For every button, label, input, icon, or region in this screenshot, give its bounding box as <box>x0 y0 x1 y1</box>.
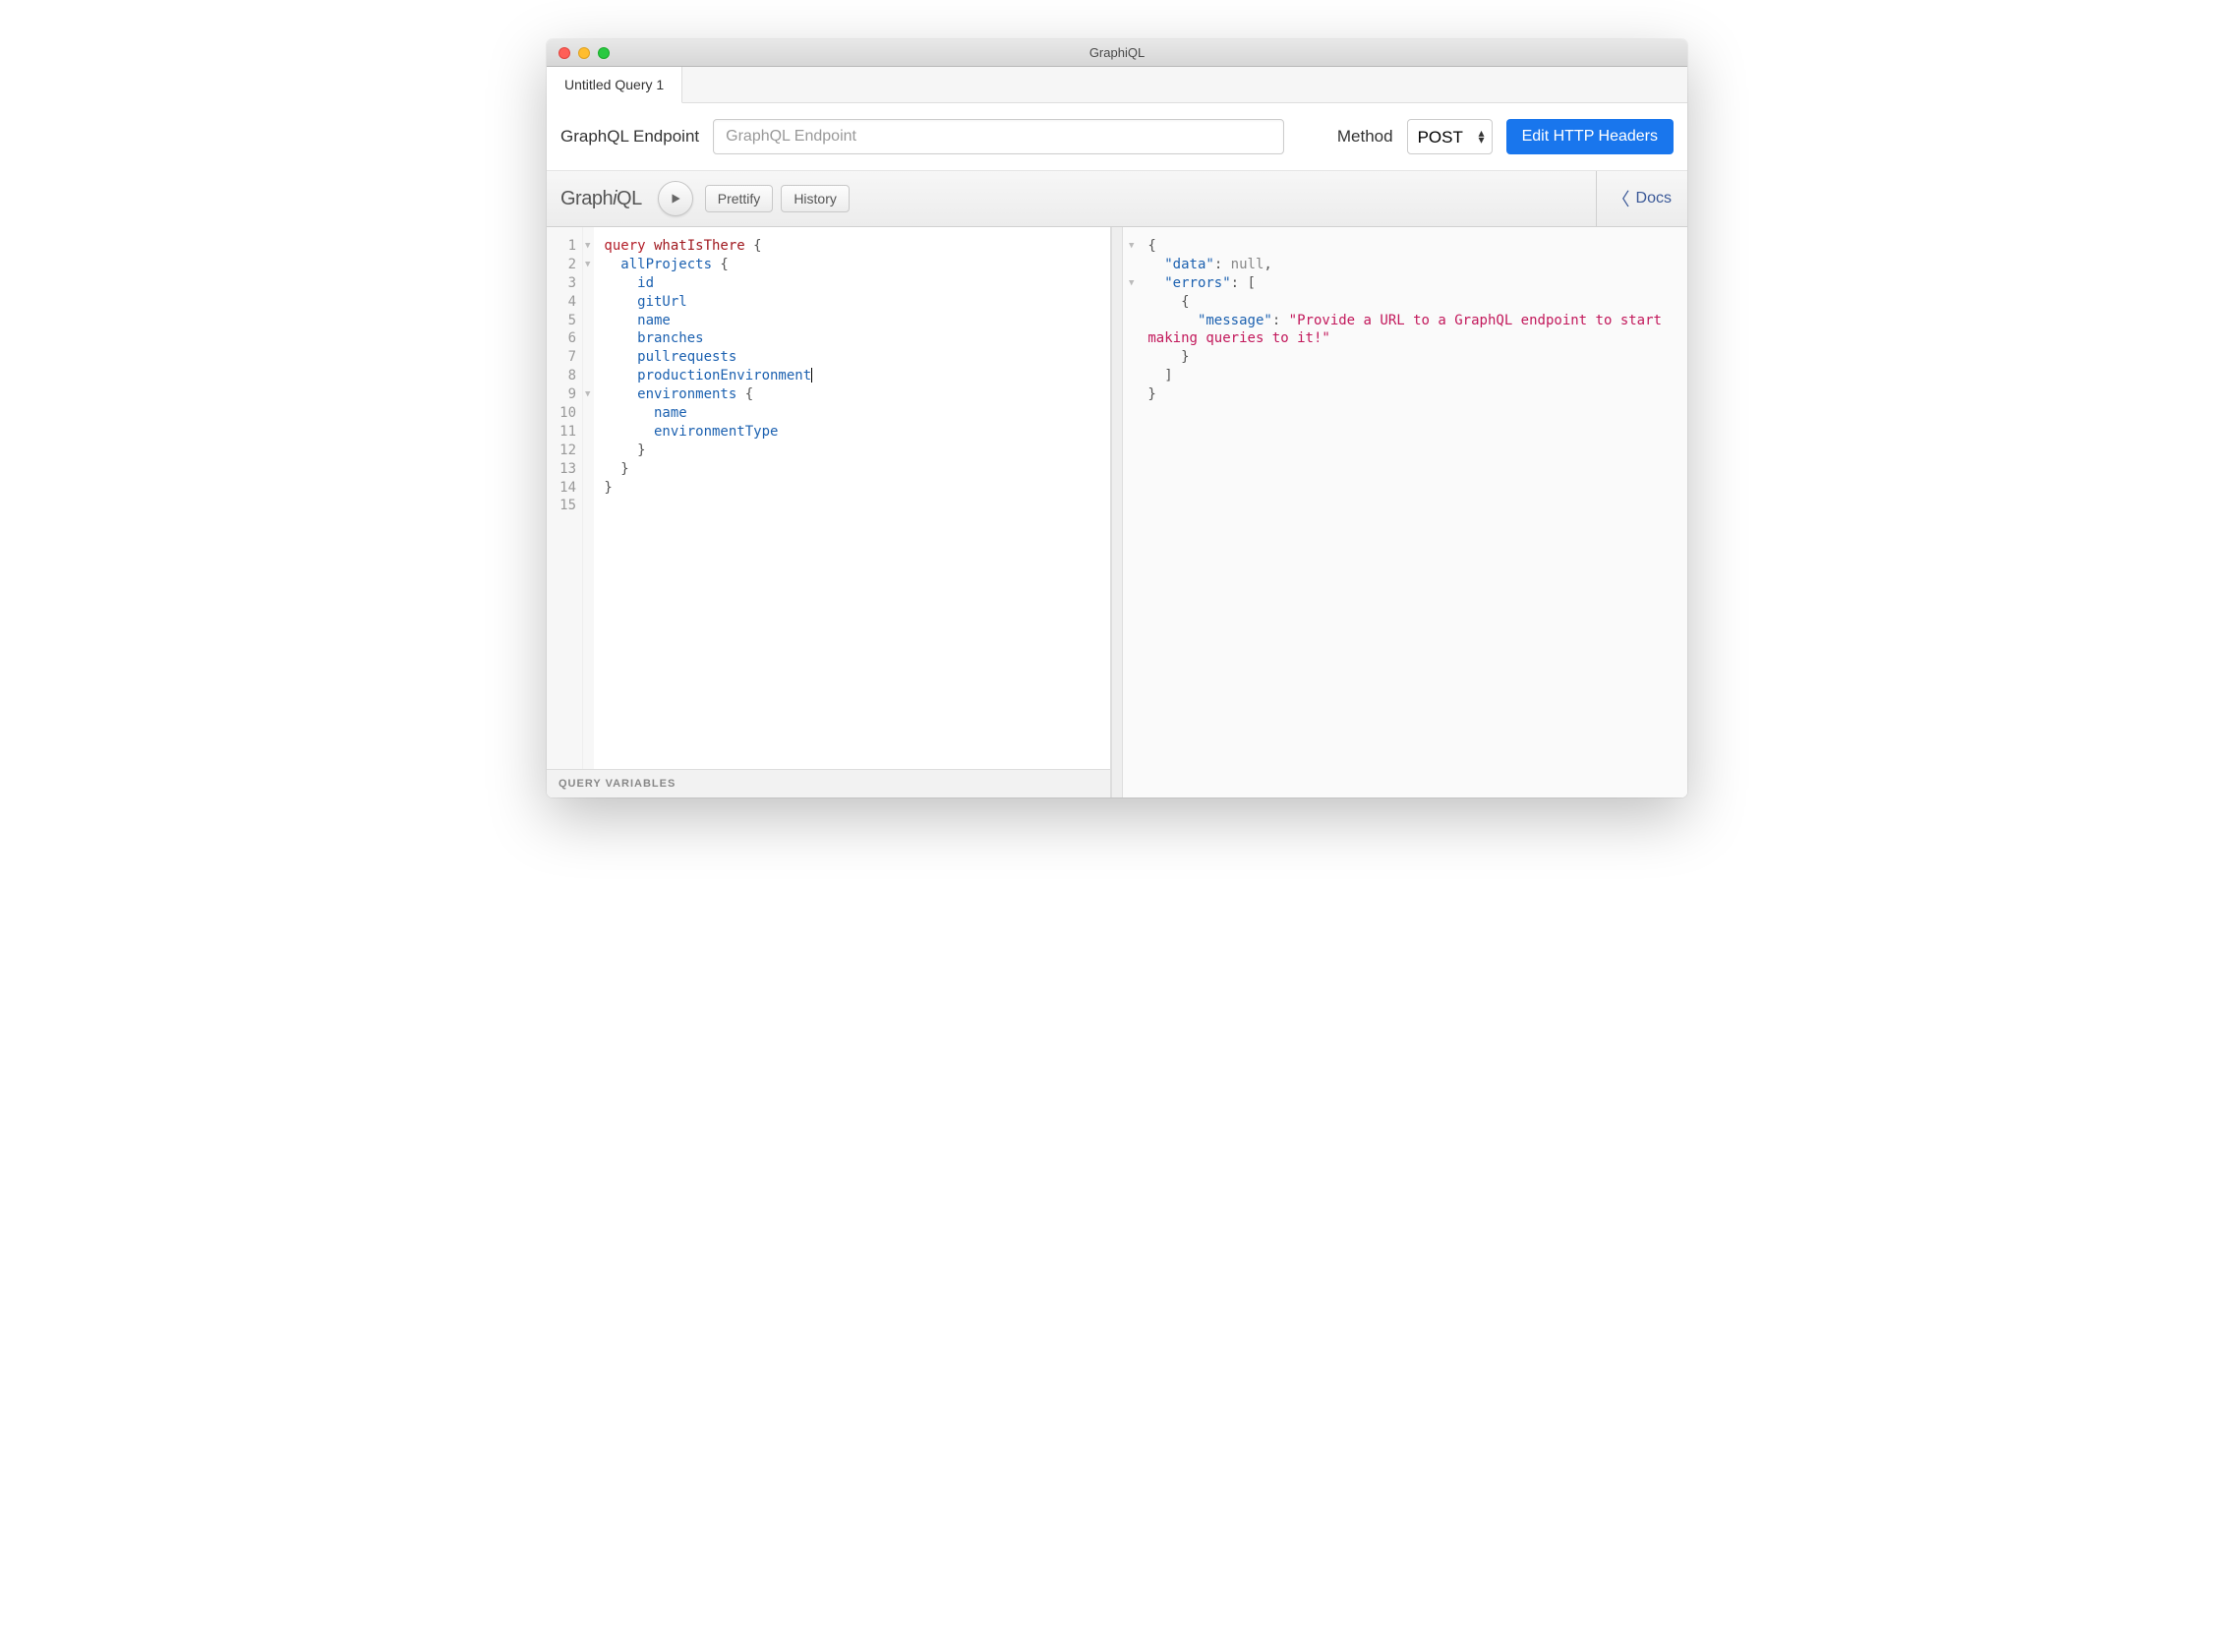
docs-button[interactable]: 〈 Docs <box>1596 171 1687 226</box>
line-gutter: 123456789101112131415 <box>547 227 583 769</box>
result-fold-gutter: ▼▼ <box>1123 227 1138 797</box>
method-label: Method <box>1337 127 1393 147</box>
docs-label: Docs <box>1636 190 1672 207</box>
graphiql-logo: GraphiQL <box>560 188 642 210</box>
query-code[interactable]: query whatIsThere { allProjects { id git… <box>594 227 1110 769</box>
query-variables-bar[interactable]: QUERY VARIABLES <box>547 769 1110 797</box>
traffic-lights <box>547 47 610 59</box>
edit-http-headers-button[interactable]: Edit HTTP Headers <box>1506 119 1674 154</box>
titlebar[interactable]: GraphiQL <box>547 39 1687 67</box>
fold-gutter[interactable]: ▼▼▼ <box>583 227 594 769</box>
pane-resize-handle[interactable] <box>1111 227 1123 797</box>
editor-area: 123456789101112131415 ▼▼▼ query whatIsTh… <box>547 227 1687 797</box>
query-pane: 123456789101112131415 ▼▼▼ query whatIsTh… <box>547 227 1111 797</box>
chevron-left-icon: 〈 <box>1613 186 1630 211</box>
maximize-icon[interactable] <box>598 47 610 59</box>
close-icon[interactable] <box>558 47 570 59</box>
play-icon <box>669 192 682 206</box>
endpoint-bar: GraphQL Endpoint Method POST ▴▾ Edit HTT… <box>547 103 1687 171</box>
result-pane: ▼▼ { "data": null, "errors": [ { "messag… <box>1123 227 1687 797</box>
window-title: GraphiQL <box>547 45 1687 60</box>
query-tab[interactable]: Untitled Query 1 <box>547 67 682 103</box>
tab-bar: Untitled Query 1 <box>547 67 1687 103</box>
result-viewer[interactable]: { "data": null, "errors": [ { "message":… <box>1138 227 1687 797</box>
query-editor[interactable]: 123456789101112131415 ▼▼▼ query whatIsTh… <box>547 227 1110 769</box>
method-select[interactable]: POST <box>1407 119 1493 154</box>
graphiql-toolbar: GraphiQL Prettify History 〈 Docs <box>547 171 1687 227</box>
endpoint-input[interactable] <box>713 119 1284 154</box>
prettify-button[interactable]: Prettify <box>705 185 774 212</box>
execute-button[interactable] <box>658 181 693 216</box>
minimize-icon[interactable] <box>578 47 590 59</box>
history-button[interactable]: History <box>781 185 850 212</box>
app-window: GraphiQL Untitled Query 1 GraphQL Endpoi… <box>547 39 1687 797</box>
endpoint-label: GraphQL Endpoint <box>560 127 699 147</box>
